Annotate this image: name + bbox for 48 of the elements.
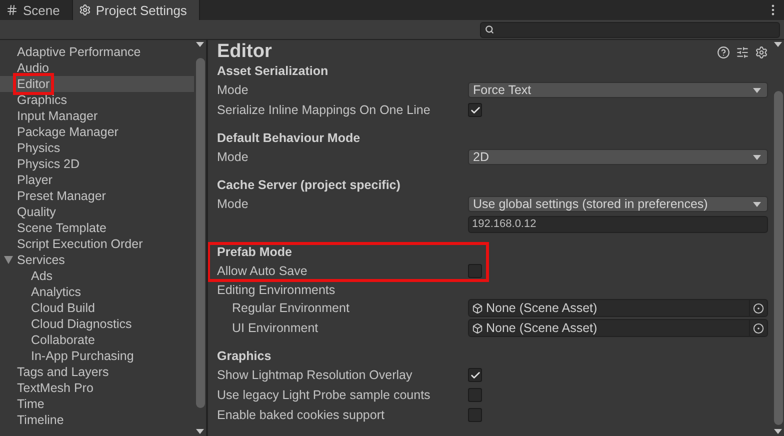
text-field[interactable]: 192.168.0.12 (468, 216, 768, 232)
field-label: Mode (217, 83, 250, 97)
sidebar-item[interactable]: Input Manager (0, 108, 194, 124)
field-label: Serialize Inline Mappings On One Line (217, 103, 432, 117)
object-field[interactable]: None (Scene Asset) (468, 299, 768, 317)
page-title: Editor (217, 41, 272, 63)
group-label: Editing Environments (217, 282, 336, 296)
sidebar-item[interactable]: Collaborate (0, 332, 194, 348)
field-label: Regular Environment (232, 301, 350, 315)
sidebar-item[interactable]: Analytics (0, 284, 194, 300)
field-label: UI Environment (232, 321, 320, 335)
tab[interactable]: Project Settings (72, 0, 200, 20)
field-label: Use legacy Light Probe sample counts (217, 388, 432, 402)
sidebar-item[interactable]: Services (0, 252, 194, 268)
section-header: Graphics (217, 348, 272, 365)
section-header: Default Behaviour Mode (217, 130, 362, 147)
dropdown[interactable]: 2D (468, 149, 768, 165)
field-label: Mode (217, 197, 250, 211)
sidebar-item[interactable]: Timeline (0, 412, 194, 428)
sidebar-item[interactable]: Time (0, 396, 194, 412)
sidebar-item[interactable]: Audio (0, 60, 194, 76)
sidebar-item[interactable]: Adaptive Performance (0, 44, 194, 60)
sidebar-item[interactable]: Preset Manager (0, 188, 194, 204)
sidebar-item[interactable]: Script Execution Order (0, 236, 194, 252)
sidebar-item[interactable]: Package Manager (0, 124, 194, 140)
section-header: Prefab Mode (217, 244, 294, 261)
sidebar-item[interactable]: Graphics (0, 92, 194, 108)
sidebar-item[interactable]: Ads (0, 268, 194, 284)
sidebar-item[interactable]: Editor (0, 76, 194, 92)
sidebar-item[interactable]: Quality (0, 204, 194, 220)
field-label: Mode (217, 150, 250, 164)
section-header: Asset Serialization (217, 63, 330, 80)
dropdown[interactable]: Use global settings (stored in preferences) (468, 196, 768, 212)
sidebar-item[interactable]: Tags and Layers (0, 364, 194, 380)
section-header: Cache Server (project specific) (217, 177, 402, 194)
object-field[interactable]: None (Scene Asset) (468, 319, 768, 337)
sidebar-item[interactable]: Cloud Diagnostics (0, 316, 194, 332)
sidebar-item[interactable]: Scene Template (0, 220, 194, 236)
field-label: Allow Auto Save (217, 264, 308, 278)
sidebar-item[interactable]: Player (0, 172, 194, 188)
sidebar-item[interactable]: In-App Purchasing (0, 348, 194, 364)
field-label: Enable baked cookies support (217, 408, 386, 422)
sidebar-item[interactable]: Cloud Build (0, 300, 194, 316)
field-label: Show Lightmap Resolution Overlay (217, 368, 414, 382)
sidebar-item[interactable]: Physics 2D (0, 156, 194, 172)
dropdown[interactable]: Force Text (468, 82, 768, 98)
sidebar-item[interactable]: Physics (0, 140, 194, 156)
sidebar-item[interactable]: TextMesh Pro (0, 380, 194, 396)
